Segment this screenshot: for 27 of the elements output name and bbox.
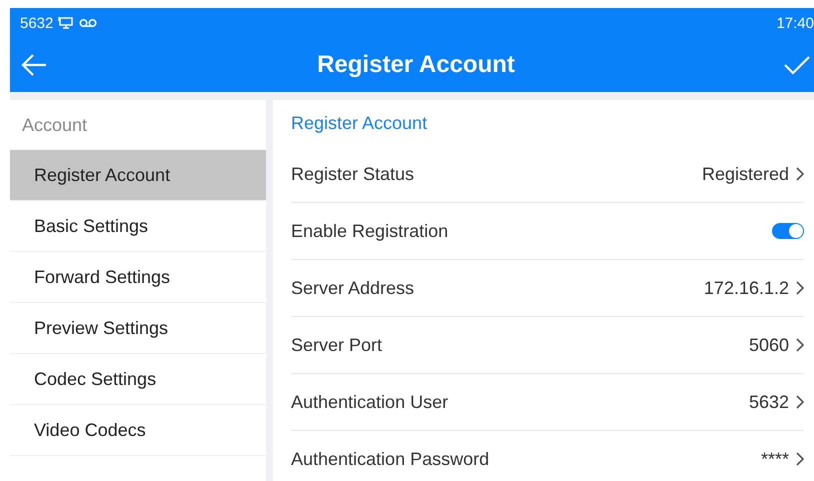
- chevron-right-icon: [795, 452, 804, 466]
- voicemail-icon: [79, 18, 98, 28]
- setting-value[interactable]: ****: [760, 448, 789, 470]
- chevron-right-icon: [795, 395, 804, 409]
- checkmark-icon[interactable]: [784, 55, 810, 75]
- setting-label: Authentication Password: [291, 448, 490, 470]
- toggle-switch[interactable]: [772, 223, 804, 239]
- setting-value[interactable]: 172.16.1.2: [704, 278, 789, 298]
- setting-value[interactable]: 5060: [748, 334, 789, 356]
- setting-label: Server Port: [291, 334, 382, 356]
- setting-value[interactable]: 5632: [748, 392, 789, 412]
- back-arrow-icon[interactable]: [20, 53, 48, 77]
- chevron-right-icon: [795, 167, 804, 181]
- setting-label: Enable Registration: [291, 220, 448, 242]
- setting-label: Register Status: [291, 164, 414, 184]
- setting-label: Server Address: [291, 278, 414, 298]
- chevron-right-icon: [795, 338, 804, 352]
- section-title: Register Account: [291, 112, 428, 135]
- sidebar-heading: Account: [21, 114, 88, 136]
- clock-time: 17:40: [776, 14, 814, 32]
- desk-phone-icon: [58, 16, 74, 30]
- extension-number: 5632: [20, 14, 54, 32]
- setting-value[interactable]: Registered: [702, 164, 789, 184]
- setting-label: Authentication User: [291, 392, 448, 412]
- sidebar-item[interactable]: Register Account: [10, 150, 266, 201]
- page-title: Register Account: [317, 51, 515, 79]
- chevron-right-icon: [795, 281, 804, 295]
